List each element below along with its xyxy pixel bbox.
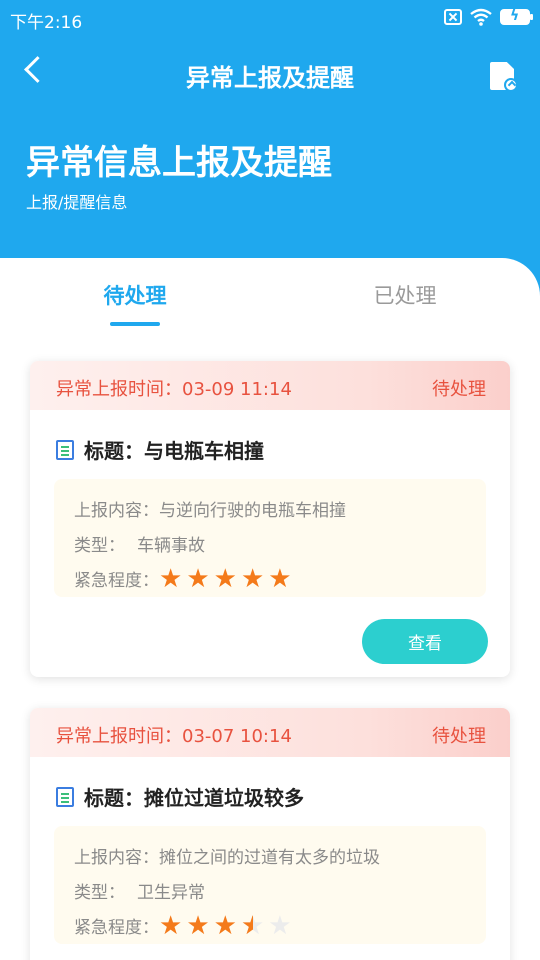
status-time: 下午2:16 <box>10 13 83 33</box>
content-value: 与逆向行驶的电瓶车相撞 <box>159 501 346 521</box>
card-header: 异常上报时间：03-09 11:14 待处理 <box>30 361 510 410</box>
tab-pending[interactable]: 待处理 <box>35 280 235 310</box>
hero-subtitle: 上报/提醒信息 <box>26 193 128 212</box>
status-bar: 下午2:16 ϟ <box>0 0 540 38</box>
detail-type-row: 类型： 卫生异常 <box>74 873 466 908</box>
card-title-text: 标题：与电瓶车相撞 <box>84 439 264 463</box>
hero-title: 异常信息上报及提醒 <box>26 143 332 183</box>
detail-content-row: 上报内容： 与逆向行驶的电瓶车相撞 <box>74 491 466 526</box>
type-label: 类型： <box>74 536 125 556</box>
urgency-stars: ★ ★ ★ ★ ★ <box>159 566 292 592</box>
type-value: 车辆事故 <box>137 536 205 556</box>
star-half-icon: ★ <box>241 913 264 939</box>
document-upload-button[interactable] <box>490 62 518 92</box>
star-filled-icon: ★ <box>159 563 183 594</box>
sim-off-icon <box>444 9 462 25</box>
card-header: 异常上报时间：03-07 10:14 待处理 <box>30 708 510 757</box>
star-filled-icon: ★ <box>186 910 210 941</box>
report-card: 异常上报时间：03-09 11:14 待处理 标题：与电瓶车相撞 上报内容： 与… <box>30 361 510 677</box>
document-list-icon <box>56 786 74 807</box>
star-filled-icon: ★ <box>159 910 183 941</box>
document-list-icon <box>56 439 74 460</box>
content-label: 上报内容： <box>74 848 159 868</box>
card-title: 标题：与电瓶车相撞 <box>56 435 264 464</box>
status-badge: 待处理 <box>432 726 486 747</box>
detail-urgency-row: 紧急程度： ★ ★ ★ ★ ★ <box>74 908 466 943</box>
card-details: 上报内容： 与逆向行驶的电瓶车相撞 类型： 车辆事故 紧急程度： ★ ★ ★ ★ ★ <box>54 479 486 597</box>
detail-urgency-row: 紧急程度： ★ ★ ★ ★ ★ <box>74 561 466 596</box>
content-value: 摊位之间的过道有太多的垃圾 <box>159 848 380 868</box>
report-time: 异常上报时间：03-09 11:14 <box>56 379 292 400</box>
star-filled-icon: ★ <box>240 563 265 594</box>
report-time: 异常上报时间：03-07 10:14 <box>56 726 292 747</box>
card-title: 标题：摊位过道垃圾较多 <box>56 782 304 811</box>
tab-indicator <box>110 322 160 326</box>
type-label: 类型： <box>74 883 125 903</box>
report-card: 异常上报时间：03-07 10:14 待处理 标题：摊位过道垃圾较多 上报内容：… <box>30 708 510 960</box>
content-panel: 待处理 已处理 异常上报时间：03-09 11:14 待处理 标题：与电瓶车相撞… <box>0 258 540 960</box>
status-icons: ϟ <box>444 8 533 26</box>
card-details: 上报内容： 摊位之间的过道有太多的垃圾 类型： 卫生异常 紧急程度： ★ ★ ★ ★ ★ <box>54 826 486 944</box>
card-title-text: 标题：摊位过道垃圾较多 <box>84 786 304 810</box>
star-empty-icon: ★ <box>268 910 292 941</box>
page-title: 异常上报及提醒 <box>186 64 354 92</box>
urgency-label: 紧急程度： <box>74 918 159 938</box>
tab-processed[interactable]: 已处理 <box>305 280 505 310</box>
star-filled-icon: ★ <box>213 563 237 594</box>
content-label: 上报内容： <box>74 501 159 521</box>
view-button[interactable]: 查看 <box>362 619 488 664</box>
wifi-icon <box>470 8 492 26</box>
tab-bar: 待处理 已处理 <box>0 258 540 328</box>
urgency-stars: ★ ★ ★ ★ ★ <box>159 913 292 939</box>
nav-bar: 异常上报及提醒 <box>0 38 540 114</box>
star-filled-icon: ★ <box>213 910 237 941</box>
type-value: 卫生异常 <box>137 883 205 903</box>
detail-content-row: 上报内容： 摊位之间的过道有太多的垃圾 <box>74 838 466 873</box>
urgency-label: 紧急程度： <box>74 571 159 591</box>
star-filled-icon: ★ <box>268 563 292 594</box>
battery-charging-icon: ϟ <box>500 8 533 25</box>
star-filled-icon: ★ <box>186 563 210 594</box>
status-badge: 待处理 <box>432 379 486 400</box>
upload-icon <box>504 78 518 92</box>
detail-type-row: 类型： 车辆事故 <box>74 526 466 561</box>
